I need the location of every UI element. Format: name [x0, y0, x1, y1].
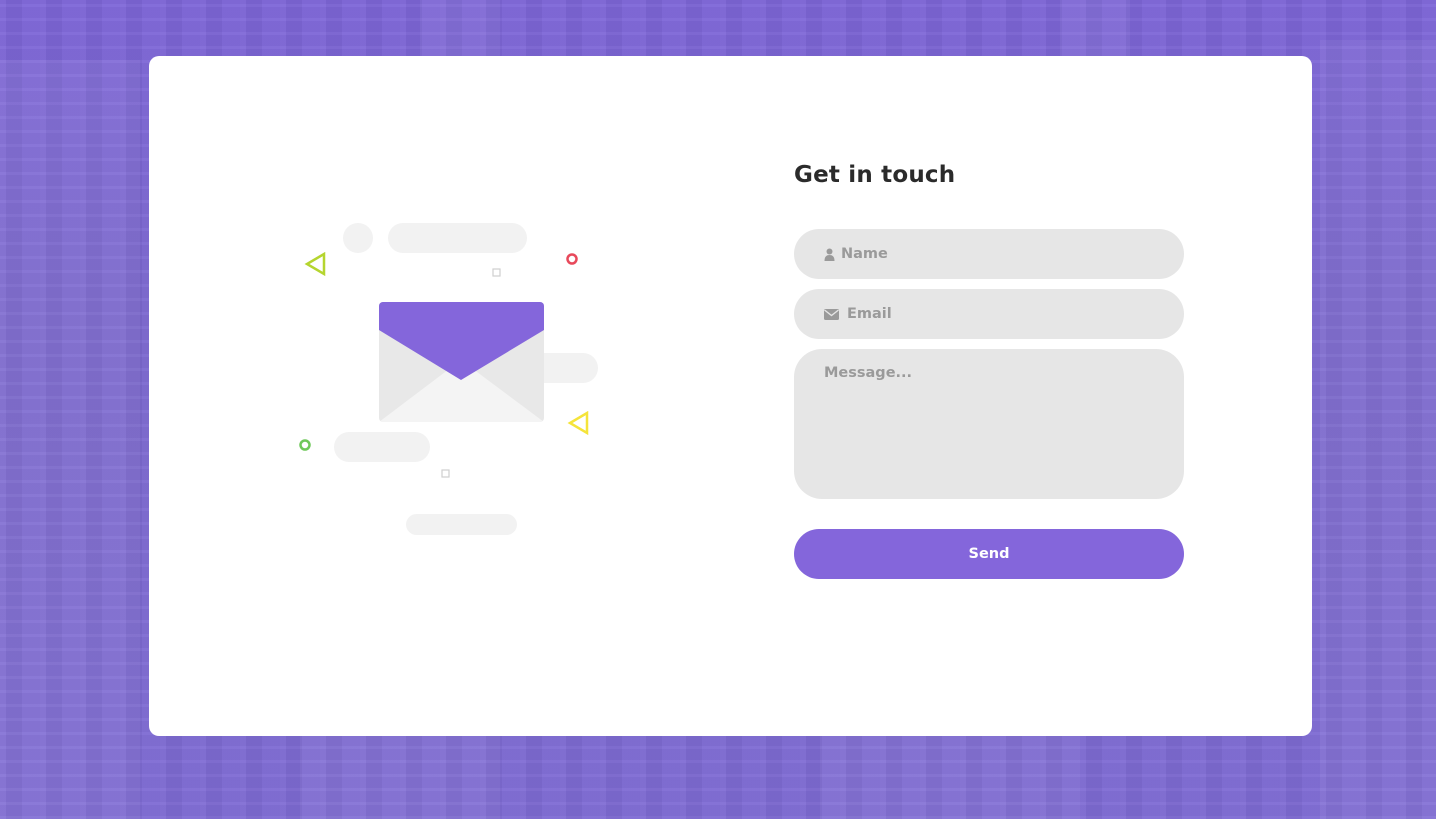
background-building: [1320, 40, 1436, 819]
contact-card: Get in touch Name Email Message... Send: [149, 56, 1312, 736]
decor-pill: [334, 432, 430, 462]
email-field[interactable]: Email: [794, 289, 1184, 339]
background-building: [420, 0, 500, 60]
decor-pill: [388, 223, 527, 253]
triangle-icon: [567, 411, 589, 436]
form-title: Get in touch: [794, 162, 956, 188]
name-field[interactable]: Name: [794, 229, 1184, 279]
envelope-illustration: [379, 302, 544, 422]
envelope-icon: [824, 308, 839, 320]
square-icon: [492, 268, 501, 277]
background-building: [820, 736, 1080, 819]
message-field[interactable]: Message...: [794, 349, 1184, 499]
user-icon: [824, 248, 835, 261]
square-icon: [441, 469, 450, 478]
ring-icon: [299, 439, 311, 451]
decor-pill: [406, 514, 517, 535]
background-building: [1060, 0, 1130, 60]
name-placeholder: Name: [841, 246, 888, 262]
background-building: [300, 736, 500, 819]
send-button[interactable]: Send: [794, 529, 1184, 579]
ring-icon: [566, 253, 578, 265]
background-building: [0, 60, 140, 819]
email-placeholder: Email: [847, 306, 892, 322]
triangle-icon: [304, 252, 326, 277]
message-placeholder: Message...: [824, 365, 913, 381]
decor-circle: [343, 223, 373, 253]
